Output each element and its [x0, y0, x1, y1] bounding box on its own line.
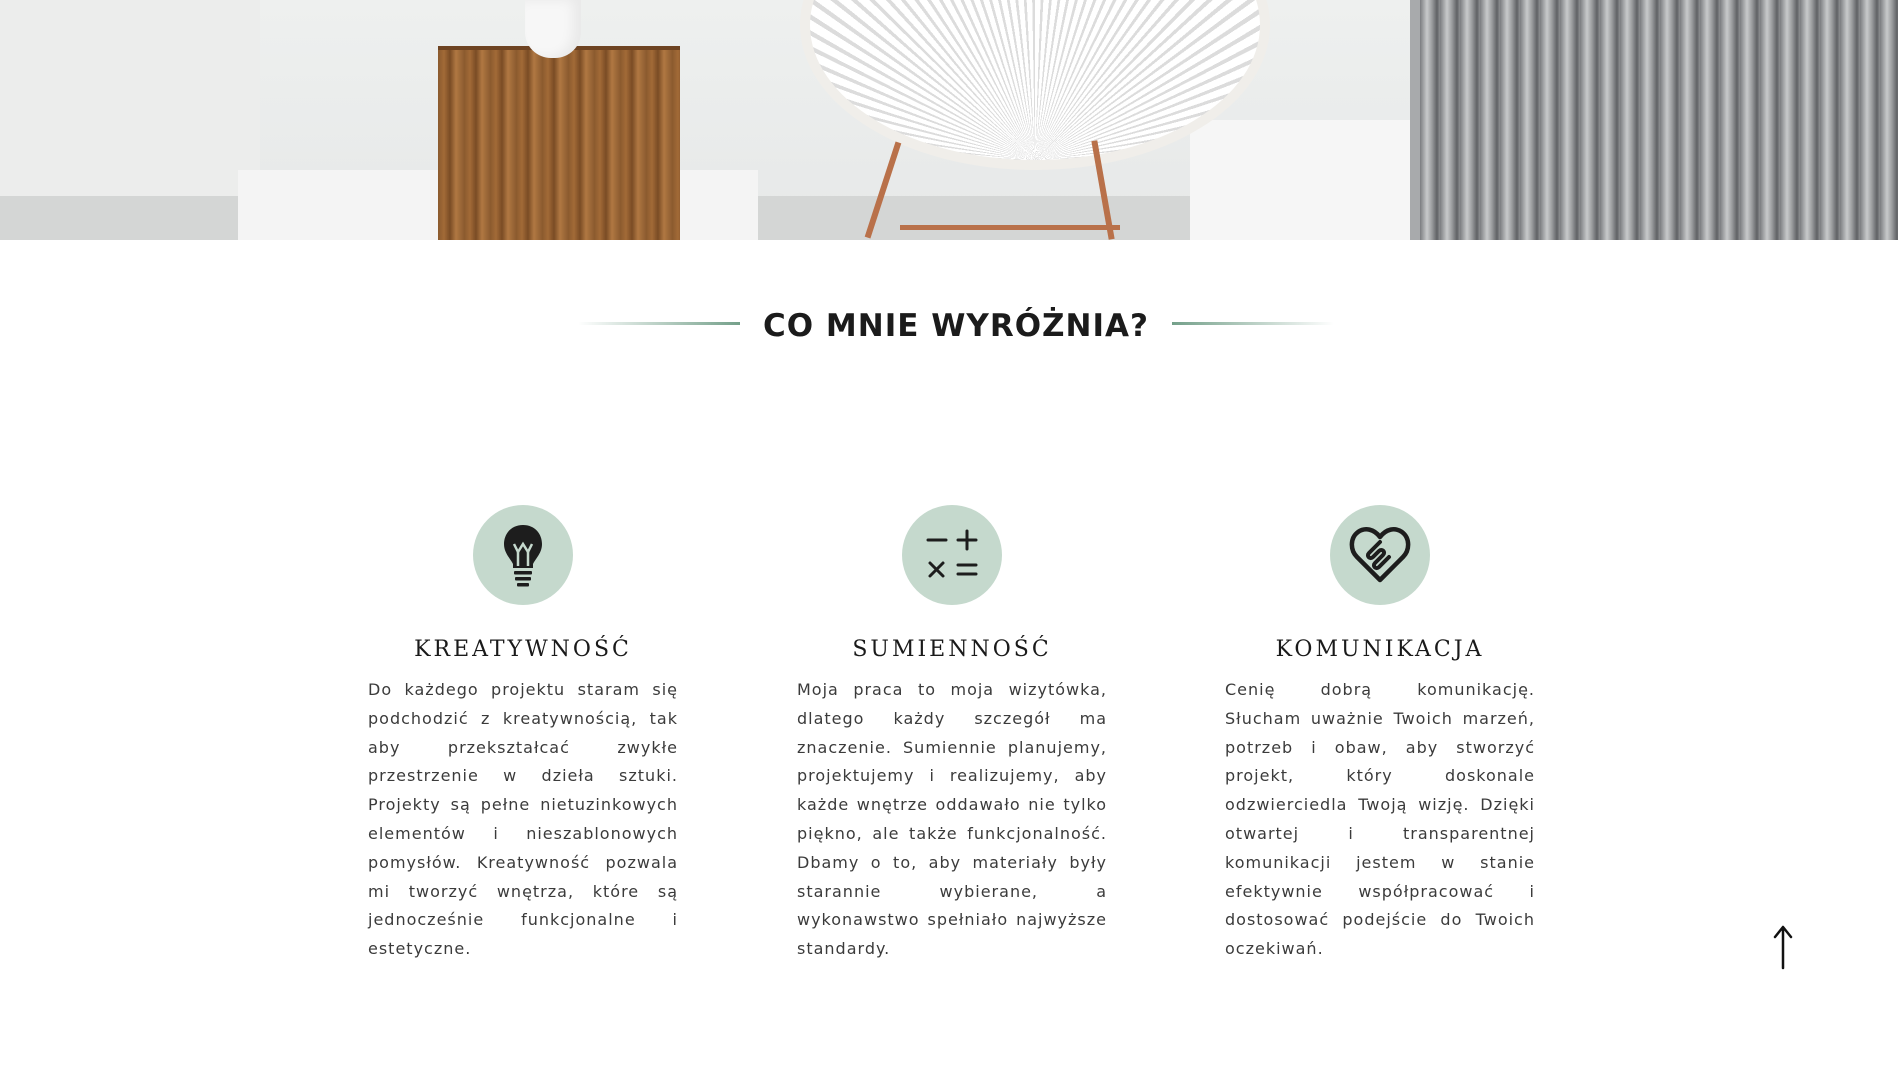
arrow-up-icon [1773, 925, 1793, 970]
hero-radiator [1420, 0, 1898, 240]
hero-wooden-stool [438, 50, 680, 240]
scroll-to-top-button[interactable] [1768, 924, 1798, 970]
hero-chair-leg [900, 225, 1120, 230]
title-divider-right [1172, 322, 1334, 325]
feature-description: Moja praca to moja wizytówka, dlatego ka… [797, 680, 1107, 959]
calculator-icon [926, 529, 978, 578]
feature-icon-circle [902, 505, 1002, 605]
hero-vase [525, 0, 581, 58]
feature-title: KOMUNIKACJA [1275, 637, 1485, 662]
feature-card-creativity: KREATYWNOŚĆ Do każdego projektu staram s… [368, 505, 678, 964]
heart-handshake-icon [1349, 527, 1411, 583]
feature-icon-circle [1330, 505, 1430, 605]
lightbulb-icon [504, 525, 542, 587]
feature-icon-circle [473, 505, 573, 605]
feature-title: KREATYWNOŚĆ [414, 637, 632, 662]
hero-wall [0, 0, 260, 196]
feature-description: Do każdego projektu staram się podchodzi… [368, 680, 678, 959]
feature-title: SUMIENNOŚĆ [852, 637, 1052, 662]
title-divider-left [578, 322, 740, 325]
feature-card-communication: KOMUNIKACJA Cenię dobrą komunikację. Słu… [1225, 505, 1535, 964]
feature-card-diligence: SUMIENNOŚĆ Moja praca to moja wizytówka,… [797, 505, 1107, 964]
section-title: CO MNIE WYRÓŻNIA? [763, 308, 1149, 344]
feature-description: Cenię dobrą komunikację. Słucham uważnie… [1225, 680, 1535, 959]
hero-image [0, 0, 1898, 240]
